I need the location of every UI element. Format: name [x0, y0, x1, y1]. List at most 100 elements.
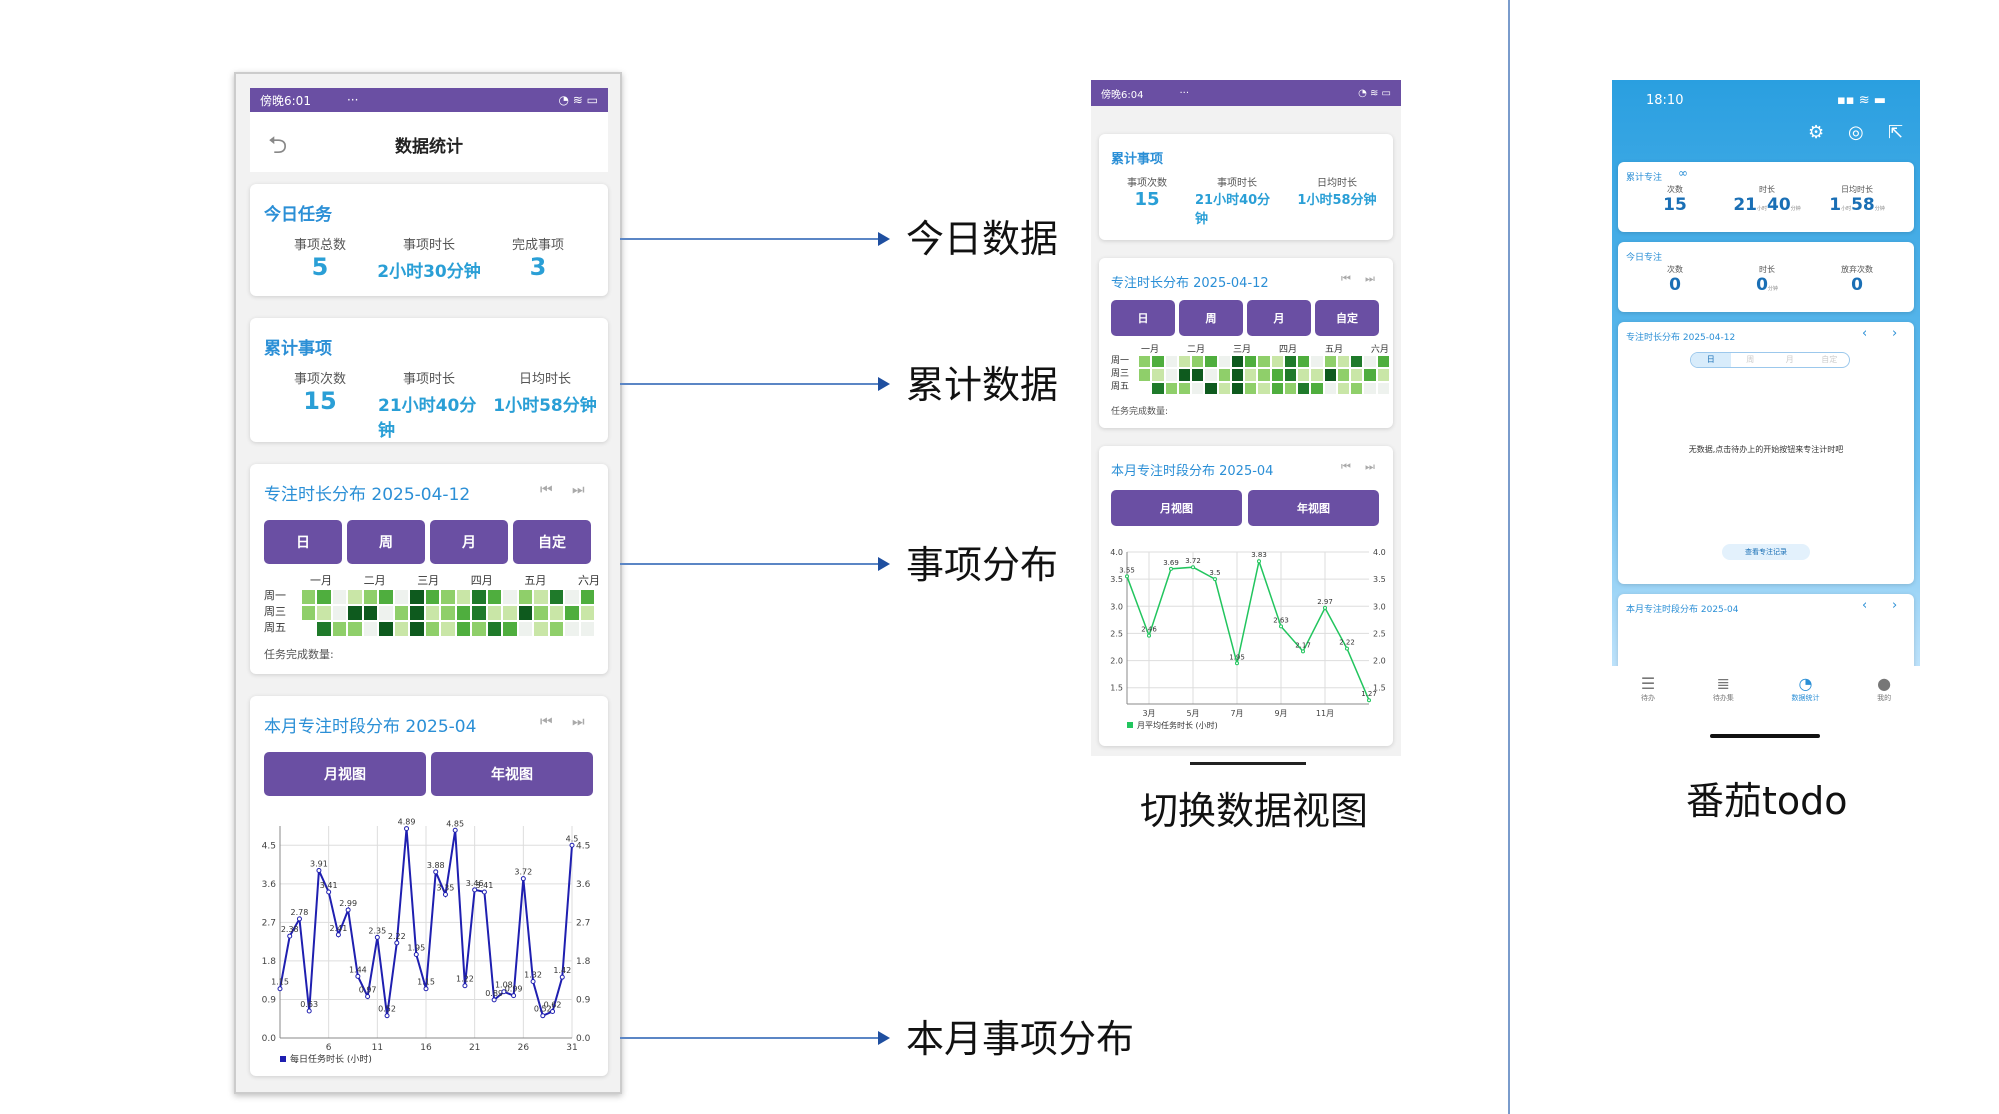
stat-today-abandon: 放弃次数 0 — [1822, 264, 1892, 295]
data-point — [277, 986, 283, 992]
tab-stats[interactable]: ◔ 数据统计 — [1791, 674, 1819, 740]
tab-day[interactable]: 日 — [1691, 353, 1731, 367]
heatmap-cell — [534, 606, 548, 620]
heatmap-days: 周一 周三 周五 — [264, 588, 286, 636]
annotation-monthly: 本月事项分布 — [906, 1017, 1135, 1061]
tab-week[interactable]: 周 — [1179, 300, 1243, 336]
tab-week[interactable]: 周 — [347, 520, 425, 564]
next-icon[interactable]: ⏭ — [1365, 272, 1375, 286]
tab-label: 待办 — [1641, 694, 1655, 702]
pie-chart-icon: ◔ — [1798, 674, 1813, 693]
card-title: 今日任务 — [264, 205, 332, 225]
stat-task-duration: 事项时长 2小时30分钟 — [370, 234, 488, 282]
status-dots: ··· — [1179, 87, 1190, 99]
heatmap-cell — [1377, 356, 1389, 368]
month-label: 五月 — [524, 574, 547, 587]
tab-todo-set[interactable]: ≣ 待办集 — [1713, 674, 1734, 740]
heatmap-cell — [363, 606, 378, 620]
stat-unit: 小时 — [1756, 206, 1767, 212]
data-label: 3.83 — [1251, 551, 1267, 559]
data-label: 3.69 — [1163, 559, 1179, 567]
data-label: 3.72 — [1185, 557, 1201, 565]
view-records-button[interactable]: 查看专注记录 — [1722, 544, 1810, 560]
data-label: 2.22 — [1339, 639, 1355, 647]
tab-day[interactable]: 日 — [1111, 300, 1175, 336]
prev-icon[interactable]: ⏮ — [1341, 460, 1351, 474]
section-divider — [1508, 0, 1510, 1114]
prev-icon[interactable]: ⏮ — [540, 482, 553, 498]
heatmap-cell — [472, 590, 486, 604]
data-label: 2.35 — [368, 926, 386, 935]
next-icon[interactable]: ⏭ — [572, 714, 585, 730]
tab-custom[interactable]: 自定 — [1315, 300, 1379, 336]
year-view-button[interactable]: 年视图 — [1248, 490, 1379, 526]
phone-screenshot-switch: 傍晚6:04 ··· ◔ ≋ ▭ 累计事项 事项次数 15 事项时长 21小时40分… — [1091, 80, 1401, 756]
heatmap-cell — [1377, 382, 1389, 394]
heatmap-cell — [534, 590, 548, 604]
data-point — [1213, 577, 1217, 582]
y-tick-label: 0.0 — [262, 1034, 277, 1044]
prev-icon[interactable]: ⏮ — [540, 714, 553, 730]
tab-todo[interactable]: ☰ 待办 — [1641, 674, 1655, 740]
data-point — [316, 868, 322, 874]
month-view-button[interactable]: 月视图 — [264, 752, 426, 796]
settings-icon[interactable]: ⚙ — [1808, 122, 1824, 143]
chevron-left-icon[interactable]: ‹ — [1862, 326, 1867, 341]
stat-completed: 完成事项 3 — [488, 234, 588, 281]
year-view-button[interactable]: 年视图 — [431, 752, 593, 796]
data-label: 3.5 — [1209, 569, 1220, 577]
data-point — [442, 892, 448, 898]
chevron-right-icon[interactable]: › — [1892, 598, 1897, 613]
heatmap-cell — [348, 622, 362, 636]
stat-unit: 分钟 — [1790, 206, 1801, 212]
stat-value: 5 — [311, 253, 329, 281]
month-label: 一月 — [310, 574, 332, 587]
stat-value: 21小时40分钟 — [378, 396, 477, 441]
prev-icon[interactable]: ⏮ — [1341, 272, 1351, 286]
x-tick-label: 3月 — [1142, 709, 1155, 718]
stat-value: 0 — [1851, 275, 1863, 295]
heatmap-cell — [518, 606, 533, 620]
y-tick-label: 1.5 — [1110, 684, 1123, 693]
heatmap-cell — [1218, 369, 1230, 381]
stat-label: 完成事项 — [511, 238, 564, 253]
tab-me[interactable]: ● 我的 — [1877, 674, 1891, 740]
next-icon[interactable]: ⏭ — [572, 482, 585, 498]
tab-month[interactable]: 月 — [430, 520, 508, 564]
history-icon[interactable]: ◎ — [1848, 122, 1864, 143]
month-view-button[interactable]: 月视图 — [1111, 490, 1242, 526]
y-tick-label: 2.0 — [1110, 657, 1123, 666]
chevron-right-icon[interactable]: › — [1892, 326, 1897, 341]
data-label: 2.38 — [281, 925, 299, 934]
share-icon[interactable]: ⇱ — [1888, 122, 1903, 143]
heatmap-cell — [1271, 382, 1283, 394]
next-icon[interactable]: ⏭ — [1365, 460, 1375, 474]
tab-custom[interactable]: 自定 — [1810, 353, 1850, 367]
tab-week[interactable]: 周 — [1731, 353, 1771, 367]
tab-month[interactable]: 月 — [1770, 353, 1810, 367]
heatmap-cell — [503, 606, 517, 620]
chevron-left-icon[interactable]: ‹ — [1862, 598, 1867, 613]
stat-value: 2小时30分钟 — [377, 262, 481, 282]
data-label: 4.85 — [446, 819, 464, 828]
y-tick-label: 4.5 — [262, 841, 276, 851]
data-point — [365, 993, 371, 999]
status-bar: 傍晚6:01 ··· ◔ ≋ ▭ — [250, 88, 608, 112]
tab-custom[interactable]: 自定 — [513, 520, 591, 564]
tab-bar: ☰ 待办 ≣ 待办集 ◔ 数据统计 ● 我的 — [1612, 666, 1920, 740]
stat-focus-duration: 时长 21小时40分钟 — [1732, 184, 1802, 215]
tab-day[interactable]: 日 — [264, 520, 342, 564]
data-point — [540, 1013, 546, 1019]
x-tick-label: 11 — [372, 1043, 383, 1053]
tab-month[interactable]: 月 — [1247, 300, 1311, 336]
heatmap-cell — [1231, 369, 1244, 381]
phone-screenshot-main: 傍晚6:01 ··· ◔ ≋ ▭ ⮌ 数据统计 今日任务 事项总数 5 事项时长 2… — [234, 72, 622, 1094]
month-label: 四月 — [1278, 345, 1297, 355]
data-label: 2.22 — [388, 932, 406, 941]
home-indicator — [1710, 734, 1820, 738]
data-label: 3.55 — [1119, 566, 1135, 574]
stat-value: 58 — [1851, 195, 1875, 215]
x-tick-label: 5月 — [1186, 709, 1199, 718]
wifi-icon: ◔ ≋ ▭ — [1358, 87, 1391, 99]
data-label: 4.89 — [398, 818, 416, 827]
